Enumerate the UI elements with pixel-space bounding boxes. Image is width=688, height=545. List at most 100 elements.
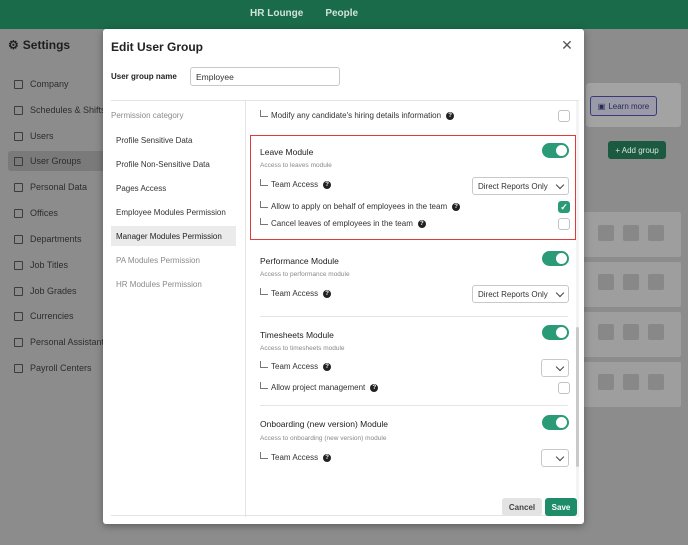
sidebar-item-label: Company xyxy=(30,79,69,89)
help-icon[interactable]: ? xyxy=(446,111,455,120)
performance-module-toggle[interactable] xyxy=(542,251,569,266)
permission-label: Team Access xyxy=(271,362,319,371)
sidebar-item-personal-assistant[interactable]: Personal Assistant xyxy=(8,332,118,352)
sidebar-item-label: Personal Data xyxy=(30,182,88,192)
sidebar-item-label: Job Grades xyxy=(30,286,77,296)
learn-more-label: Learn more xyxy=(608,101,650,111)
sidebar-item-currencies[interactable]: Currencies xyxy=(8,306,106,326)
nav-hr-lounge[interactable]: HR Lounge xyxy=(250,8,303,19)
sidebar-item-users[interactable]: Users xyxy=(8,126,106,146)
timesheets-module-toggle[interactable] xyxy=(542,325,569,340)
top-nav: HR Lounge People xyxy=(250,8,358,19)
close-icon[interactable]: ✕ xyxy=(560,38,574,52)
permission-row: Team Access ? xyxy=(260,360,332,371)
save-button[interactable]: Save xyxy=(545,498,577,516)
divider xyxy=(260,316,568,317)
sidebar-item-departments[interactable]: Departments xyxy=(8,229,106,249)
scrollbar-thumb[interactable] xyxy=(576,327,579,467)
permission-label: Team Access xyxy=(271,289,319,298)
category-list: Permission category Profile Sensitive Da… xyxy=(111,101,246,517)
leave-module-subtitle: Access to leaves module xyxy=(260,162,332,169)
delete-icon[interactable] xyxy=(648,374,664,390)
tree-connector xyxy=(260,287,268,295)
timesheets-team-access-select[interactable] xyxy=(541,359,569,377)
category-profile-sensitive[interactable]: Profile Sensitive Data xyxy=(111,130,236,150)
help-icon[interactable]: ? xyxy=(323,289,332,298)
onboarding-team-access-select[interactable] xyxy=(541,449,569,467)
help-icon[interactable]: ? xyxy=(452,202,461,211)
sidebar-item-user-groups[interactable]: User Groups xyxy=(8,151,106,171)
help-icon[interactable]: ? xyxy=(417,219,426,228)
group-name-input[interactable] xyxy=(190,67,340,86)
history-icon[interactable] xyxy=(623,274,639,290)
category-hr-modules[interactable]: HR Modules Permission xyxy=(111,274,236,294)
sidebar-item-offices[interactable]: Offices xyxy=(8,203,106,223)
divider xyxy=(260,405,568,406)
user-group-icon xyxy=(14,156,23,166)
nav-people[interactable]: People xyxy=(325,8,358,19)
leave-module-toggle[interactable] xyxy=(542,143,569,158)
tree-connector xyxy=(260,451,268,459)
help-icon[interactable]: ? xyxy=(370,383,379,392)
sidebar-item-job-titles[interactable]: Job Titles xyxy=(8,255,106,275)
history-icon[interactable] xyxy=(623,225,639,241)
onboarding-module-toggle[interactable] xyxy=(542,415,569,430)
history-icon[interactable] xyxy=(623,324,639,340)
group-name-label: User group name xyxy=(111,72,177,81)
permission-row: Team Access ? xyxy=(260,287,332,298)
sidebar-item-label: Personal Assistant xyxy=(30,337,105,347)
sidebar-item-label: Payroll Centers xyxy=(30,363,92,373)
leave-team-access-select[interactable]: Direct Reports Only xyxy=(472,177,569,195)
top-nav-bar: HR Lounge People xyxy=(0,0,688,29)
briefcase-icon xyxy=(14,260,23,270)
permissions-panel: Permission category Profile Sensitive Da… xyxy=(111,100,579,517)
cancel-button[interactable]: Cancel xyxy=(502,498,542,516)
copy-icon[interactable] xyxy=(598,324,614,340)
copy-icon[interactable] xyxy=(598,374,614,390)
category-profile-non-sensitive[interactable]: Profile Non-Sensitive Data xyxy=(111,154,236,174)
cancel-leaves-checkbox[interactable] xyxy=(558,218,570,230)
chevron-down-icon xyxy=(555,288,565,298)
category-manager-modules[interactable]: Manager Modules Permission xyxy=(111,226,236,246)
department-icon xyxy=(14,234,23,244)
performance-team-access-select[interactable]: Direct Reports Only xyxy=(472,285,569,303)
apply-on-behalf-checkbox[interactable]: ✓ xyxy=(558,201,570,213)
delete-icon[interactable] xyxy=(648,225,664,241)
sidebar-item-job-grades[interactable]: Job Grades xyxy=(8,281,106,301)
copy-icon[interactable] xyxy=(598,274,614,290)
permission-row: Cancel leaves of employees in the team ? xyxy=(260,217,426,228)
sidebar-item-label: Job Titles xyxy=(30,260,69,270)
chevron-down-icon xyxy=(555,180,565,190)
sidebar-item-schedules[interactable]: Schedules & Shifts xyxy=(8,100,118,120)
chevron-down-icon xyxy=(555,362,565,372)
help-icon[interactable]: ? xyxy=(323,362,332,371)
permission-row: Modify any candidate's hiring details in… xyxy=(260,109,455,120)
help-icon[interactable]: ? xyxy=(323,180,332,189)
book-icon: ▣ xyxy=(597,101,606,111)
project-management-checkbox[interactable] xyxy=(558,382,570,394)
category-employee-modules[interactable]: Employee Modules Permission xyxy=(111,202,236,222)
tree-connector xyxy=(260,109,268,117)
select-value: Direct Reports Only xyxy=(478,289,548,299)
sidebar-item-payroll-centers[interactable]: Payroll Centers xyxy=(8,358,106,378)
calendar-icon xyxy=(14,105,23,115)
sidebar-item-company[interactable]: Company xyxy=(8,74,106,94)
delete-icon[interactable] xyxy=(648,274,664,290)
payroll-icon xyxy=(14,363,23,373)
add-group-button[interactable]: + Add group xyxy=(608,141,666,159)
category-pa-modules[interactable]: PA Modules Permission xyxy=(111,250,236,270)
category-pages-access[interactable]: Pages Access xyxy=(111,178,236,198)
onboarding-module-subtitle: Access to onboarding (new version) modul… xyxy=(260,435,387,442)
delete-icon[interactable] xyxy=(648,324,664,340)
permission-list: Modify any candidate's hiring details in… xyxy=(247,101,579,517)
sidebar-item-personal-data[interactable]: Personal Data xyxy=(8,177,106,197)
copy-icon[interactable] xyxy=(598,225,614,241)
history-icon[interactable] xyxy=(623,374,639,390)
sidebar-item-label: Schedules & Shifts xyxy=(30,105,106,115)
onboarding-module-title: Onboarding (new version) Module xyxy=(260,419,389,429)
modify-hiring-checkbox[interactable] xyxy=(558,110,570,122)
help-icon[interactable]: ? xyxy=(323,453,332,462)
category-header: Permission category xyxy=(111,111,184,120)
learn-more-button[interactable]: ▣ Learn more xyxy=(590,96,657,116)
sidebar-item-label: Currencies xyxy=(30,311,74,321)
